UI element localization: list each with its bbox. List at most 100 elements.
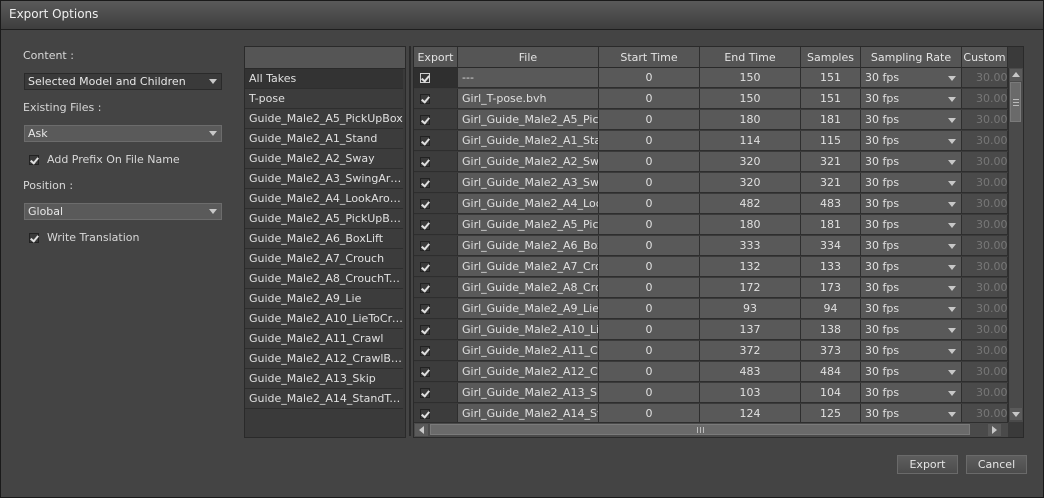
sampling-rate-dropdown[interactable]: 30 fps [861,152,962,172]
content-dropdown[interactable]: Selected Model and Children [24,73,222,90]
sampling-rate-dropdown[interactable]: 30 fps [861,110,962,130]
file-name-cell[interactable]: Girl_Guide_Male2_A8_Crouc [458,278,599,298]
file-name-cell[interactable]: Girl_Guide_Male2_A12_Craw [458,362,599,382]
samples-cell[interactable]: 181 [801,215,861,235]
take-list-item[interactable]: Guide_Male2_A11_Crawl [245,329,403,349]
samples-cell[interactable]: 133 [801,257,861,277]
end-cell[interactable]: 150 [700,68,801,88]
start-cell[interactable]: 0 [599,89,700,109]
export-checkbox[interactable] [420,178,430,188]
end-cell[interactable]: 132 [700,257,801,277]
take-list-item[interactable]: Guide_Male2_A6_BoxLift [245,229,403,249]
vertical-scrollbar[interactable] [1008,68,1023,422]
start-cell[interactable]: 0 [599,152,700,172]
samples-cell[interactable]: 151 [801,89,861,109]
samples-cell[interactable]: 373 [801,341,861,361]
file-name-cell[interactable]: Girl_Guide_Male2_A11_Craw [458,341,599,361]
take-list-item[interactable]: Guide_Male2_A2_Sway [245,149,403,169]
end-cell[interactable]: 172 [700,278,801,298]
take-list-item[interactable]: Guide_Male2_A8_CrouchToLie [245,269,403,289]
samples-cell[interactable]: 334 [801,236,861,256]
end-cell[interactable]: 372 [700,341,801,361]
file-name-cell[interactable]: Girl_Guide_Male2_A14_Stan [458,404,599,424]
samples-cell[interactable]: 94 [801,299,861,319]
arrow-right-icon[interactable] [988,424,1001,436]
column-header-export[interactable]: Export [414,47,458,68]
end-cell[interactable]: 180 [700,215,801,235]
export-checkbox[interactable] [420,262,430,272]
file-name-cell[interactable]: Girl_Guide_Male2_A3_Swing [458,173,599,193]
write-translation-checkbox[interactable] [29,233,39,243]
start-cell[interactable]: 0 [599,68,700,88]
sampling-rate-dropdown[interactable]: 30 fps [861,341,962,361]
start-cell[interactable]: 0 [599,173,700,193]
start-cell[interactable]: 0 [599,215,700,235]
arrow-up-icon[interactable] [1010,69,1022,81]
add-prefix-checkbox[interactable] [29,155,39,165]
export-checkbox[interactable] [420,409,430,419]
column-header-start[interactable]: Start Time [599,47,700,68]
start-cell[interactable]: 0 [599,110,700,130]
start-cell[interactable]: 0 [599,257,700,277]
file-name-cell[interactable]: Girl_Guide_Male2_A13_Skip. [458,383,599,403]
panel-splitter[interactable] [409,46,411,436]
end-cell[interactable]: 137 [700,320,801,340]
file-name-cell[interactable]: Girl_Guide_Male2_A7_Crouch [458,257,599,277]
start-cell[interactable]: 0 [599,278,700,298]
file-name-cell[interactable]: Girl_Guide_Male2_A5_PickUp [458,110,599,130]
take-list-item[interactable]: Guide_Male2_A4_LookAround [245,189,403,209]
samples-cell[interactable]: 321 [801,152,861,172]
export-checkbox[interactable] [420,94,430,104]
column-header-file[interactable]: File [458,47,599,68]
export-checkbox[interactable] [420,283,430,293]
existing-files-dropdown[interactable]: Ask [24,125,222,142]
file-name-cell[interactable]: Girl_T-pose.bvh [458,89,599,109]
end-cell[interactable]: 483 [700,362,801,382]
export-checkbox[interactable] [420,241,430,251]
file-name-cell[interactable]: --- [458,68,599,88]
vertical-scroll-thumb[interactable] [1010,82,1021,122]
start-cell[interactable]: 0 [599,362,700,382]
take-list-item[interactable]: All Takes [245,69,403,89]
sampling-rate-dropdown[interactable]: 30 fps [861,89,962,109]
samples-cell[interactable]: 115 [801,131,861,151]
export-checkbox[interactable] [420,220,430,230]
horizontal-scroll-thumb[interactable] [430,424,970,435]
export-checkbox[interactable] [420,73,430,83]
take-list-item[interactable]: Guide_Male2_A9_Lie [245,289,403,309]
start-cell[interactable]: 0 [599,383,700,403]
sampling-rate-dropdown[interactable]: 30 fps [861,299,962,319]
start-cell[interactable]: 0 [599,341,700,361]
column-header-samples[interactable]: Samples [801,47,861,68]
sampling-rate-dropdown[interactable]: 30 fps [861,278,962,298]
end-cell[interactable]: 180 [700,110,801,130]
start-cell[interactable]: 0 [599,320,700,340]
export-checkbox[interactable] [420,115,430,125]
samples-cell[interactable]: 484 [801,362,861,382]
file-name-cell[interactable]: Girl_Guide_Male2_A6_BoxLif [458,236,599,256]
title-bar[interactable]: Export Options [1,1,1043,30]
sampling-rate-dropdown[interactable]: 30 fps [861,131,962,151]
end-cell[interactable]: 333 [700,236,801,256]
export-checkbox[interactable] [420,304,430,314]
file-name-cell[interactable]: Girl_Guide_Male2_A2_Sway. [458,152,599,172]
arrow-left-icon[interactable] [415,424,428,436]
take-list-item[interactable]: Guide_Male2_A5_PickUpBox 1 [245,209,403,229]
export-checkbox[interactable] [420,346,430,356]
samples-cell[interactable]: 104 [801,383,861,403]
sampling-rate-dropdown[interactable]: 30 fps [861,236,962,256]
file-name-cell[interactable]: Girl_Guide_Male2_A9_Lie.bv [458,299,599,319]
export-checkbox[interactable] [420,367,430,377]
sampling-rate-dropdown[interactable]: 30 fps [861,404,962,424]
take-list-item[interactable]: T-pose [245,89,403,109]
sampling-rate-dropdown[interactable]: 30 fps [861,362,962,382]
samples-cell[interactable]: 138 [801,320,861,340]
end-cell[interactable]: 150 [700,89,801,109]
sampling-rate-dropdown[interactable]: 30 fps [861,383,962,403]
take-list-item[interactable]: Guide_Male2_A14_StandToSkip [245,389,403,409]
file-name-cell[interactable]: Girl_Guide_Male2_A4_LookA [458,194,599,214]
sampling-rate-dropdown[interactable]: 30 fps [861,215,962,235]
end-cell[interactable]: 320 [700,152,801,172]
take-list-item[interactable]: Guide_Male2_A3_SwingArms [245,169,403,189]
sampling-rate-dropdown[interactable]: 30 fps [861,68,962,88]
